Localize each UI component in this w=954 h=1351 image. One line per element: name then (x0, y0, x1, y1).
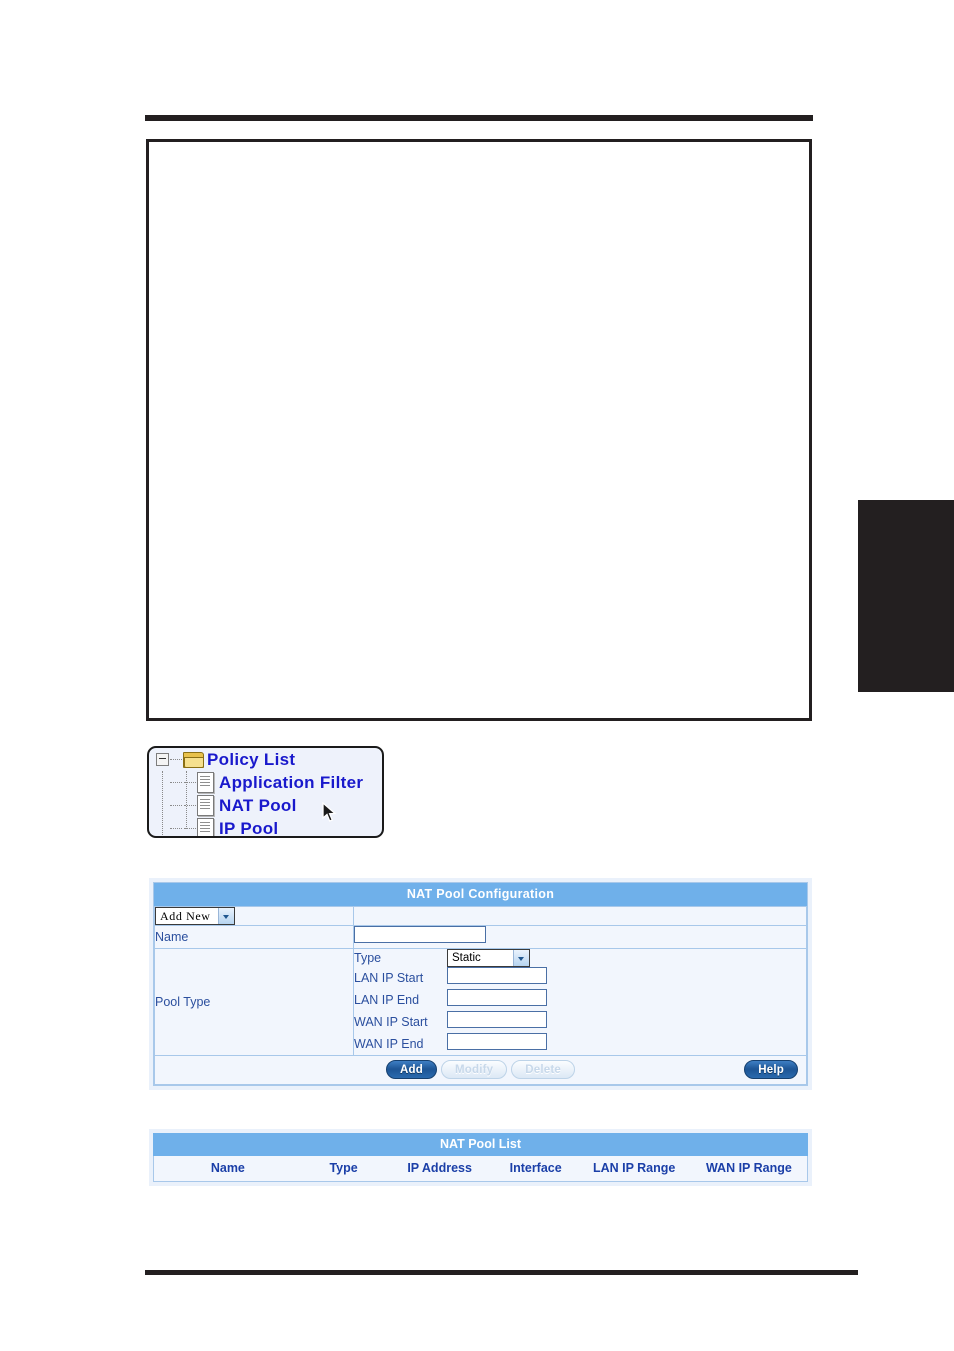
pool-type-fields-cell: Type Static LAN IP Start LAN IP End WAN … (353, 948, 807, 1057)
action-select[interactable]: Add New (155, 907, 235, 925)
lan-ip-start-label-cell: LAN IP Start (354, 967, 447, 989)
table-row-name: Name (154, 925, 807, 950)
list-panel-inner: NAT Pool List Name Type IP Address Inter… (153, 1133, 808, 1182)
field-row-wan-ip-end: WAN IP End (354, 1033, 806, 1055)
lan-ip-end-input[interactable] (447, 989, 547, 1007)
tree-dotline (184, 781, 196, 784)
field-row-lan-ip-end: LAN IP End (354, 989, 806, 1011)
sidebar-item-policy-list[interactable]: Policy List (149, 748, 382, 771)
lan-ip-start-input-cell (447, 967, 806, 989)
lan-ip-end-label-cell: LAN IP End (354, 989, 447, 1011)
sidebar-item-application-filter[interactable]: Application Filter (149, 771, 382, 794)
nat-pool-configuration-panel: NAT Pool Configuration Add New Name Pool… (149, 878, 812, 1091)
column-header-name: Name (210, 1161, 245, 1175)
lan-ip-end-input-cell (447, 989, 806, 1011)
tree-dotline (184, 827, 196, 830)
type-select[interactable]: Static (447, 949, 530, 968)
screenshot-placeholder-frame (146, 139, 812, 721)
document-icon (197, 772, 214, 793)
document-icon (197, 795, 214, 816)
button-group: Add Modify Delete (155, 1060, 806, 1080)
modify-button: Modify (441, 1060, 508, 1080)
help-button[interactable]: Help (744, 1060, 798, 1080)
sidebar-item-label: NAT Pool (219, 795, 297, 815)
action-select-cell: Add New (154, 905, 354, 927)
delete-button: Delete (511, 1060, 575, 1080)
list-title: NAT Pool List (153, 1133, 808, 1156)
panel-title: NAT Pool Configuration (154, 883, 807, 906)
policy-list-tree[interactable]: Policy List Application Filter NAT Pool … (147, 746, 384, 838)
name-input[interactable] (354, 926, 486, 944)
wan-ip-start-input[interactable] (447, 1011, 547, 1029)
add-button[interactable]: Add (386, 1060, 437, 1080)
name-input-cell (353, 925, 807, 950)
bottom-rule (145, 1270, 858, 1275)
document-icon (197, 818, 214, 836)
chevron-down-icon[interactable] (513, 950, 529, 967)
name-label: Name (155, 930, 189, 945)
collapse-minus-icon[interactable] (156, 753, 169, 766)
list-header-row: Name Type IP Address Interface LAN IP Ra… (153, 1156, 808, 1182)
field-row-wan-ip-start: WAN IP Start (354, 1011, 806, 1033)
sidebar-item-label: IP Pool (219, 818, 279, 838)
lan-ip-start-label: LAN IP Start (354, 971, 424, 986)
tree-dotline (170, 827, 182, 830)
field-row-lan-ip-start: LAN IP Start (354, 967, 806, 989)
column-header-lan-ip-range: LAN IP Range (592, 1161, 676, 1175)
pool-type-label: Pool Type (155, 995, 211, 1010)
chapter-side-tab (858, 500, 954, 692)
button-row: Add Modify Delete Help (154, 1056, 807, 1086)
column-header-type: Type (329, 1161, 358, 1175)
nat-pool-list-panel: NAT Pool List Name Type IP Address Inter… (149, 1129, 812, 1186)
table-row-pool-type: Pool Type Type Static LAN IP Start LAN I… (154, 948, 807, 1057)
type-select-value: Static (452, 952, 481, 965)
tree-dotline (170, 781, 182, 784)
pool-type-label-cell: Pool Type (154, 948, 354, 1057)
pool-type-subform: Type Static LAN IP Start LAN IP End WAN … (354, 949, 806, 1056)
folder-icon (183, 752, 204, 768)
lan-ip-end-label: LAN IP End (354, 993, 420, 1008)
action-select-value: Add New (160, 909, 211, 923)
type-select-cell: Static (447, 949, 806, 968)
wan-ip-end-input[interactable] (447, 1033, 547, 1051)
type-label-cell: Type (354, 949, 447, 967)
field-row-type: Type Static (354, 949, 806, 968)
tree-dotline (170, 804, 182, 807)
nat-pool-form: Add New Name Pool Type Type Static LAN I… (154, 905, 807, 1057)
wan-ip-end-label-cell: WAN IP End (354, 1033, 447, 1055)
table-row-action: Add New (154, 905, 807, 927)
wan-ip-end-input-cell (447, 1033, 806, 1055)
sidebar-item-label: Application Filter (219, 772, 364, 792)
wan-ip-end-label: WAN IP End (354, 1037, 424, 1052)
column-header-wan-ip-range: WAN IP Range (705, 1161, 792, 1175)
column-header-ip-address: IP Address (407, 1161, 472, 1175)
chevron-down-icon[interactable] (218, 908, 234, 924)
column-header-interface: Interface (509, 1161, 562, 1175)
wan-ip-start-label-cell: WAN IP Start (354, 1011, 447, 1033)
lan-ip-start-input[interactable] (447, 967, 547, 985)
action-select-spacer (353, 905, 807, 927)
sidebar-item-ip-pool[interactable]: IP Pool (149, 817, 382, 838)
name-label-cell: Name (154, 925, 354, 950)
sidebar-item-nat-pool[interactable]: NAT Pool (149, 794, 382, 817)
top-rule (145, 115, 813, 121)
help-button-wrap: Help (744, 1060, 798, 1080)
tree-dotline (184, 804, 196, 807)
wan-ip-start-input-cell (447, 1011, 806, 1033)
wan-ip-start-label: WAN IP Start (354, 1015, 428, 1030)
tree-dotline (170, 758, 182, 761)
type-label: Type (354, 951, 382, 966)
sidebar-item-label: Policy List (207, 749, 296, 769)
panel-inner: NAT Pool Configuration Add New Name Pool… (153, 882, 808, 1087)
